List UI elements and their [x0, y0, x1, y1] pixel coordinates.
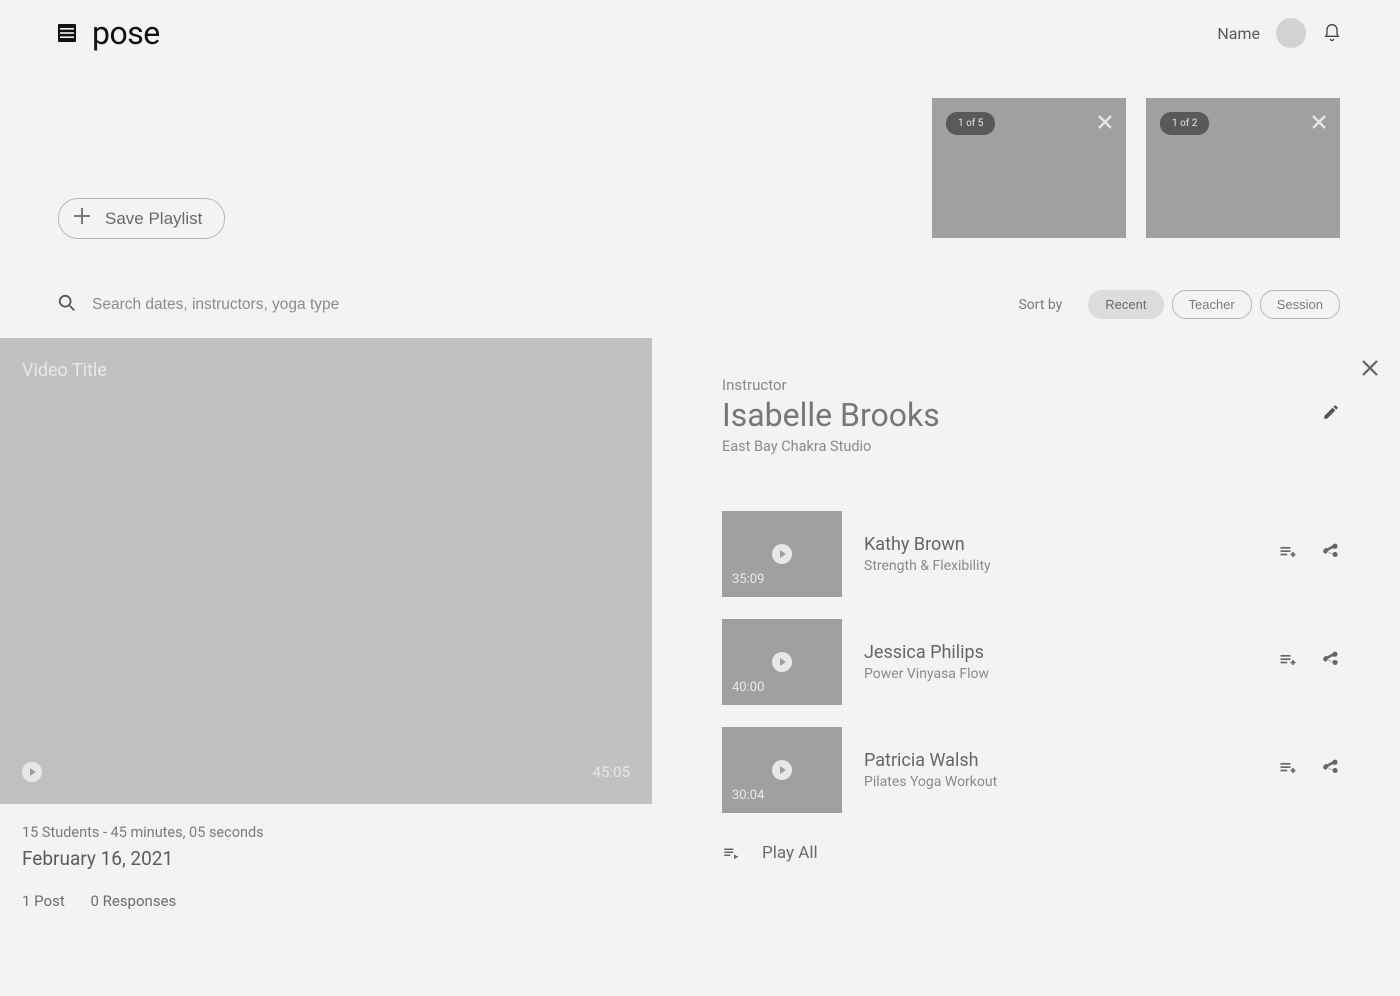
play-icon	[772, 652, 792, 672]
close-icon[interactable]	[1362, 360, 1378, 380]
playlist-add-icon[interactable]	[1278, 650, 1298, 674]
related-list: 35:09 Kathy Brown Strength & Flexibility…	[722, 511, 1340, 813]
play-icon	[772, 760, 792, 780]
list-item: 30:04 Patricia Walsh Pilates Yoga Workou…	[722, 727, 1340, 813]
item-duration: 30:04	[732, 788, 764, 803]
video-controls: 45:05	[22, 762, 630, 782]
menu-icon[interactable]	[58, 24, 76, 42]
close-icon[interactable]	[1098, 114, 1112, 133]
play-all-button[interactable]: Play All	[722, 843, 818, 863]
playlist-play-icon	[722, 844, 740, 862]
sort-chip-recent[interactable]: Recent	[1088, 290, 1163, 319]
playlist-add-icon[interactable]	[1278, 542, 1298, 566]
list-item: 35:09 Kathy Brown Strength & Flexibility	[722, 511, 1340, 597]
strip-badge: 1 of 5	[946, 112, 995, 135]
sort-chip-session[interactable]: Session	[1260, 290, 1340, 319]
item-thumbnail[interactable]: 30:04	[722, 727, 842, 813]
item-title: Jessica Philips	[864, 642, 989, 663]
item-title: Patricia Walsh	[864, 750, 997, 771]
play-icon	[772, 544, 792, 564]
item-subtitle: Strength & Flexibility	[864, 558, 991, 574]
item-thumbnail[interactable]: 40:00	[722, 619, 842, 705]
search-input[interactable]	[92, 296, 472, 314]
item-title: Kathy Brown	[864, 534, 991, 555]
item-duration: 40:00	[732, 680, 764, 695]
video-date: February 16, 2021	[22, 847, 264, 870]
play-all-label: Play All	[762, 843, 818, 863]
instructor-name: Isabelle Brooks	[722, 396, 940, 434]
video-title-overlay: Video Title	[22, 360, 107, 381]
share-icon[interactable]	[1320, 758, 1340, 782]
video-responses[interactable]: 0 Responses	[90, 892, 176, 910]
save-playlist-button[interactable]: Save Playlist	[58, 198, 225, 239]
avatar[interactable]	[1276, 18, 1306, 48]
list-item: 40:00 Jessica Philips Power Vinyasa Flow	[722, 619, 1340, 705]
edit-icon[interactable]	[1322, 403, 1340, 425]
item-thumbnail[interactable]: 35:09	[722, 511, 842, 597]
video-posts[interactable]: 1 Post	[22, 892, 65, 910]
item-duration: 35:09	[732, 572, 764, 587]
sort-label: Sort by	[1018, 297, 1062, 313]
share-icon[interactable]	[1320, 650, 1340, 674]
search-icon[interactable]	[58, 294, 76, 316]
play-icon[interactable]	[22, 762, 42, 782]
item-subtitle: Pilates Yoga Workout	[864, 774, 997, 790]
sort-chip-teacher[interactable]: Teacher	[1172, 290, 1252, 319]
instructor-panel: Instructor Isabelle Brooks East Bay Chak…	[652, 338, 1400, 996]
video-player[interactable]: Video Title 45:05	[0, 338, 652, 804]
thumbnail-strip: 1 of 5 1 of 2	[932, 98, 1340, 238]
video-duration: 45:05	[593, 763, 630, 781]
item-subtitle: Power Vinyasa Flow	[864, 666, 989, 682]
instructor-studio: East Bay Chakra Studio	[722, 438, 1340, 455]
playlist-add-icon[interactable]	[1278, 758, 1298, 782]
bell-icon[interactable]	[1322, 22, 1342, 44]
user-name: Name	[1217, 24, 1260, 43]
strip-badge: 1 of 2	[1160, 112, 1209, 135]
strip-card[interactable]: 1 of 5	[932, 98, 1126, 238]
strip-card[interactable]: 1 of 2	[1146, 98, 1340, 238]
video-meta: 15 Students - 45 minutes, 05 seconds Feb…	[22, 824, 264, 910]
plus-icon	[73, 207, 91, 230]
header: pose Name	[0, 0, 1400, 66]
close-icon[interactable]	[1312, 114, 1326, 133]
video-students-duration: 15 Students - 45 minutes, 05 seconds	[22, 824, 264, 841]
save-playlist-label: Save Playlist	[105, 209, 202, 229]
header-right: Name	[1217, 18, 1342, 48]
app-logo[interactable]: pose	[92, 14, 160, 52]
panel-label: Instructor	[722, 376, 1340, 394]
share-icon[interactable]	[1320, 542, 1340, 566]
search-row: Sort by Recent Teacher Session	[58, 290, 1340, 319]
